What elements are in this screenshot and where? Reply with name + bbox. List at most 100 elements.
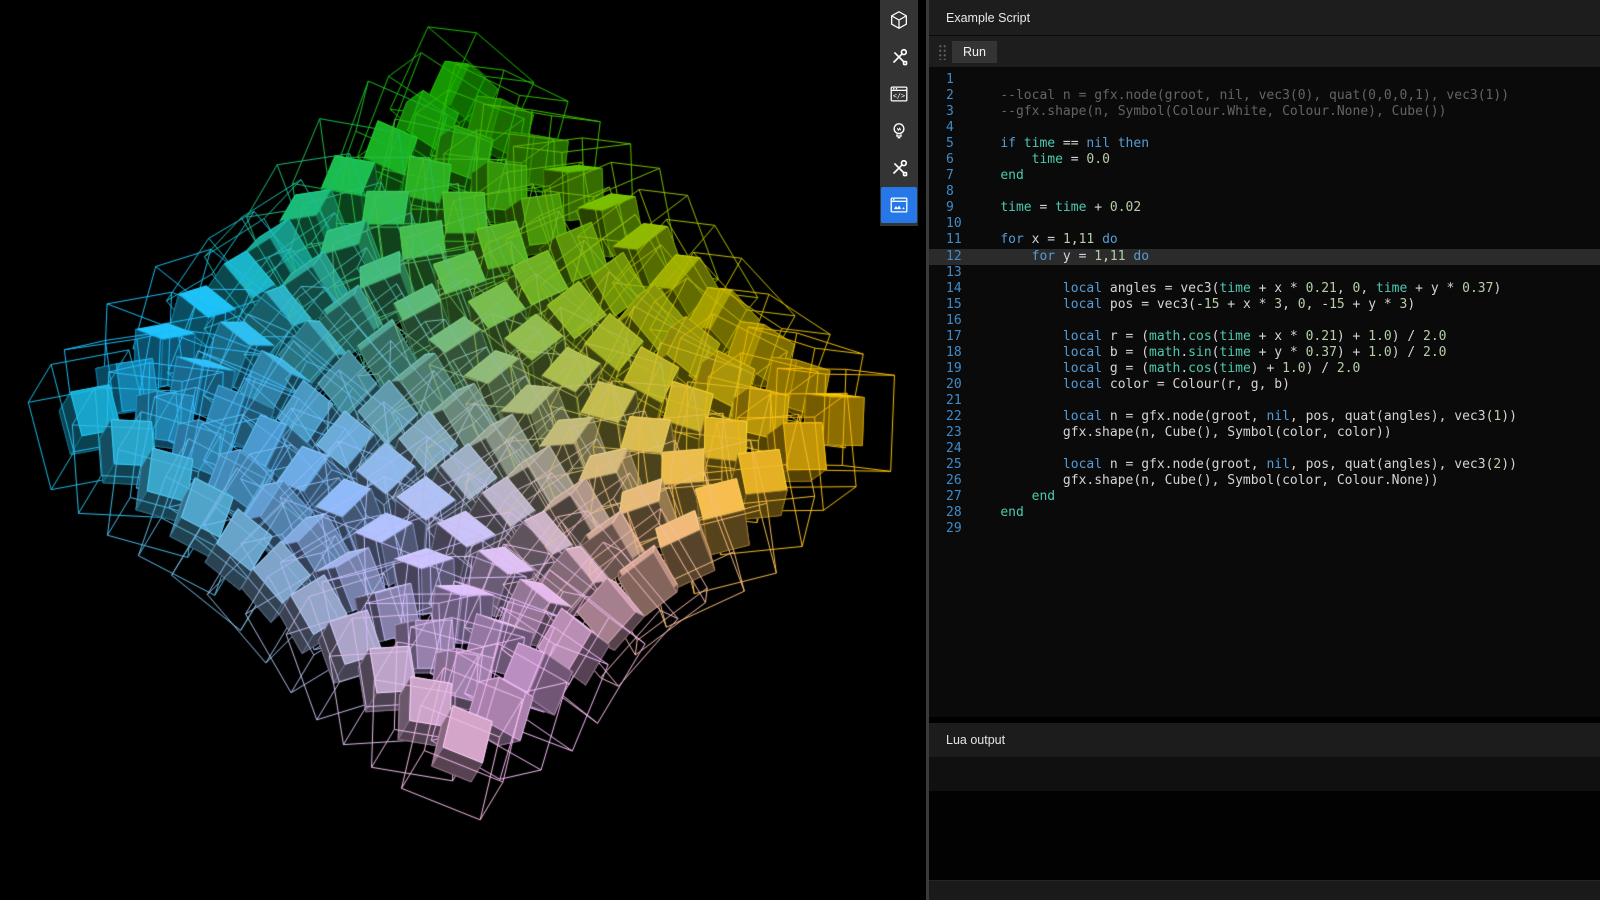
line-number: 7 bbox=[929, 168, 969, 184]
code-line-text bbox=[969, 120, 1600, 136]
code-line[interactable]: 15 local pos = vec3(-15 + x * 3, 0, -15 … bbox=[929, 297, 1600, 313]
line-number: 17 bbox=[929, 329, 969, 345]
code-line[interactable]: 24 bbox=[929, 441, 1600, 457]
code-line[interactable]: 10 bbox=[929, 216, 1600, 232]
line-number: 6 bbox=[929, 152, 969, 168]
viewport-canvas[interactable] bbox=[0, 0, 926, 900]
line-number: 25 bbox=[929, 457, 969, 473]
code-line[interactable]: 20 local color = Colour(r, g, b) bbox=[929, 377, 1600, 393]
code-line-text bbox=[969, 521, 1600, 537]
lua-console-input[interactable] bbox=[929, 757, 1600, 791]
code-line-text: end bbox=[969, 168, 1600, 184]
code-line-text: local b = (math.sin(time + y * 0.37) + 1… bbox=[969, 345, 1600, 361]
code-line-text: time = 0.0 bbox=[969, 152, 1600, 168]
line-number: 5 bbox=[929, 136, 969, 152]
tools-icon-2[interactable] bbox=[881, 150, 917, 186]
code-line-text: local g = (math.cos(time) + 1.0) / 2.0 bbox=[969, 361, 1600, 377]
line-number: 28 bbox=[929, 505, 969, 521]
lua-output-header: Lua output bbox=[929, 723, 1600, 757]
code-line[interactable]: 28 end bbox=[929, 505, 1600, 521]
code-line[interactable]: 14 local angles = vec3(time + x * 0.21, … bbox=[929, 281, 1600, 297]
code-line-text: local n = gfx.node(groot, nil, pos, quat… bbox=[969, 409, 1600, 425]
code-line[interactable]: 6 time = 0.0 bbox=[929, 152, 1600, 168]
code-line[interactable]: 26 gfx.shape(n, Cube(), Symbol(color, Co… bbox=[929, 473, 1600, 489]
app-window: </> bbox=[0, 0, 1600, 900]
code-line-text: if time == nil then bbox=[969, 136, 1600, 152]
code-line[interactable]: 3 --gfx.shape(n, Symbol(Colour.White, Co… bbox=[929, 104, 1600, 120]
cube-icon[interactable] bbox=[881, 2, 917, 38]
3d-viewport[interactable] bbox=[0, 0, 926, 900]
line-number: 4 bbox=[929, 120, 969, 136]
code-line[interactable]: 1 bbox=[929, 72, 1600, 88]
line-number: 9 bbox=[929, 200, 969, 216]
code-line-text bbox=[969, 265, 1600, 281]
tools-icon[interactable] bbox=[881, 39, 917, 75]
svg-text:</>: </> bbox=[893, 92, 905, 100]
line-number: 3 bbox=[929, 104, 969, 120]
tools-icon bbox=[888, 157, 910, 179]
bottom-status-bar bbox=[929, 880, 1600, 900]
line-number: 12 bbox=[929, 249, 969, 265]
code-line-text bbox=[969, 393, 1600, 409]
code-line[interactable]: 19 local g = (math.cos(time) + 1.0) / 2.… bbox=[929, 361, 1600, 377]
code-line-text: --gfx.shape(n, Symbol(Colour.White, Colo… bbox=[969, 104, 1600, 120]
code-line[interactable]: 21 bbox=[929, 393, 1600, 409]
line-number: 8 bbox=[929, 184, 969, 200]
code-line[interactable]: 8 bbox=[929, 184, 1600, 200]
code-line-text: gfx.shape(n, Cube(), Symbol(color, color… bbox=[969, 425, 1600, 441]
line-number: 18 bbox=[929, 345, 969, 361]
line-number: 1 bbox=[929, 72, 969, 88]
code-line-text: end bbox=[969, 505, 1600, 521]
code-line-text: local r = (math.cos(time + x * 0.21) + 1… bbox=[969, 329, 1600, 345]
code-line[interactable]: 12 for y = 1,11 do bbox=[929, 249, 1600, 265]
drag-handle-icon[interactable] bbox=[937, 43, 946, 60]
line-number: 24 bbox=[929, 441, 969, 457]
code-line-text: local angles = vec3(time + x * 0.21, 0, … bbox=[969, 281, 1600, 297]
line-number: 27 bbox=[929, 489, 969, 505]
panel-title: Example Script bbox=[946, 0, 1030, 36]
code-editor[interactable]: 12 --local n = gfx.node(groot, nil, vec3… bbox=[929, 68, 1600, 717]
code-window-icon[interactable]: </> bbox=[881, 76, 917, 112]
code-line-text: gfx.shape(n, Cube(), Symbol(color, Colou… bbox=[969, 473, 1600, 489]
code-line-text: end bbox=[969, 489, 1600, 505]
script-panel: Example Script Run 12 --local n = gfx.no… bbox=[926, 0, 1600, 900]
cube-icon bbox=[888, 9, 910, 31]
tools-icon bbox=[888, 46, 910, 68]
code-line-text: for x = 1,11 do bbox=[969, 232, 1600, 248]
script-window-icon bbox=[888, 194, 910, 216]
line-number: 20 bbox=[929, 377, 969, 393]
code-line[interactable]: 18 local b = (math.sin(time + y * 0.37) … bbox=[929, 345, 1600, 361]
code-line[interactable]: 23 gfx.shape(n, Cube(), Symbol(color, co… bbox=[929, 425, 1600, 441]
panel-titlebar: Example Script bbox=[929, 0, 1600, 36]
line-number: 21 bbox=[929, 393, 969, 409]
code-line[interactable]: 25 local n = gfx.node(groot, nil, pos, q… bbox=[929, 457, 1600, 473]
code-line-text bbox=[969, 184, 1600, 200]
code-line[interactable]: 11 for x = 1,11 do bbox=[929, 232, 1600, 248]
line-number: 29 bbox=[929, 521, 969, 537]
line-number: 22 bbox=[929, 409, 969, 425]
code-line[interactable]: 2 --local n = gfx.node(groot, nil, vec3(… bbox=[929, 88, 1600, 104]
code-line[interactable]: 9 time = time + 0.02 bbox=[929, 200, 1600, 216]
run-button[interactable]: Run bbox=[952, 41, 997, 63]
code-line[interactable]: 4 bbox=[929, 120, 1600, 136]
code-line-text: --local n = gfx.node(groot, nil, vec3(0)… bbox=[969, 88, 1600, 104]
script-window-icon[interactable] bbox=[881, 187, 917, 223]
code-line[interactable]: 22 local n = gfx.node(groot, nil, pos, q… bbox=[929, 409, 1600, 425]
line-number: 14 bbox=[929, 281, 969, 297]
code-line[interactable]: 16 bbox=[929, 313, 1600, 329]
line-number: 15 bbox=[929, 297, 969, 313]
code-line[interactable]: 27 end bbox=[929, 489, 1600, 505]
code-line[interactable]: 17 local r = (math.cos(time + x * 0.21) … bbox=[929, 329, 1600, 345]
code-line[interactable]: 29 bbox=[929, 521, 1600, 537]
code-line[interactable]: 5 if time == nil then bbox=[929, 136, 1600, 152]
code-line-text bbox=[969, 441, 1600, 457]
lightbulb-icon[interactable] bbox=[881, 113, 917, 149]
line-number: 11 bbox=[929, 232, 969, 248]
code-line-text: time = time + 0.02 bbox=[969, 200, 1600, 216]
code-line[interactable]: 7 end bbox=[929, 168, 1600, 184]
run-toolbar: Run bbox=[929, 36, 1600, 68]
code-line-text: local n = gfx.node(groot, nil, pos, quat… bbox=[969, 457, 1600, 473]
code-line-text: local color = Colour(r, g, b) bbox=[969, 377, 1600, 393]
code-line[interactable]: 13 bbox=[929, 265, 1600, 281]
line-number: 26 bbox=[929, 473, 969, 489]
